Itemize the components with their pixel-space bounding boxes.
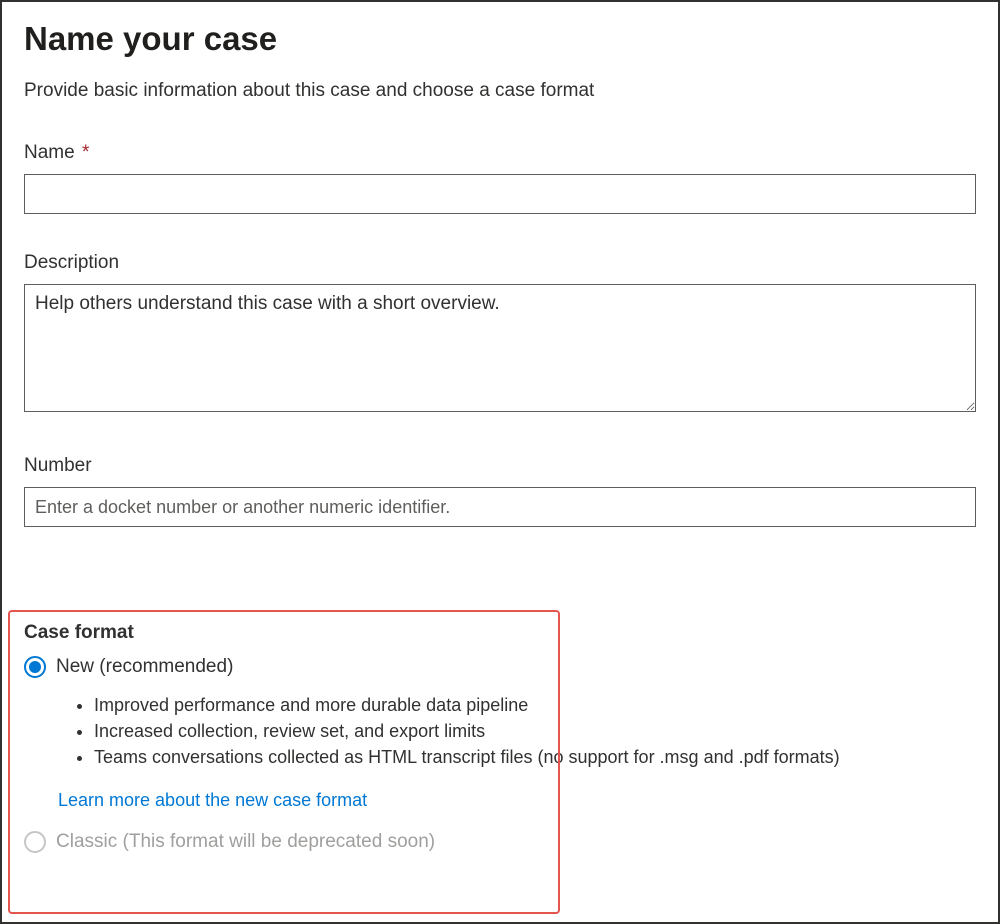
page-subtitle: Provide basic information about this cas…: [24, 80, 976, 102]
form-panel: Name your case Provide basic information…: [0, 0, 1000, 924]
feature-item: Teams conversations collected as HTML tr…: [94, 744, 976, 770]
radio-classic-circle[interactable]: [24, 831, 46, 853]
name-field-group: Name *: [24, 142, 976, 214]
feature-list: Improved performance and more durable da…: [94, 692, 976, 770]
case-format-section: Case format New (recommended) Improved p…: [24, 622, 976, 853]
feature-item: Improved performance and more durable da…: [94, 692, 976, 718]
radio-option-classic[interactable]: Classic (This format will be deprecated …: [24, 831, 976, 853]
description-textarea[interactable]: [24, 284, 976, 412]
name-label: Name *: [24, 142, 976, 164]
description-label: Description: [24, 252, 976, 274]
page-title: Name your case: [24, 20, 976, 58]
name-label-text: Name: [24, 142, 75, 163]
name-input[interactable]: [24, 174, 976, 214]
feature-item: Increased collection, review set, and ex…: [94, 718, 976, 744]
radio-new-label[interactable]: New (recommended): [56, 656, 233, 678]
radio-option-new[interactable]: New (recommended): [24, 656, 976, 678]
radio-new-inner: [29, 661, 41, 673]
required-mark: *: [82, 142, 89, 163]
number-label: Number: [24, 455, 976, 477]
learn-more-link[interactable]: Learn more about the new case format: [58, 790, 367, 811]
case-format-label: Case format: [24, 622, 976, 644]
description-field-group: Description: [24, 252, 976, 417]
number-field-group: Number: [24, 455, 976, 527]
number-input[interactable]: [24, 487, 976, 527]
radio-classic-label[interactable]: Classic (This format will be deprecated …: [56, 831, 435, 853]
radio-new-circle[interactable]: [24, 656, 46, 678]
